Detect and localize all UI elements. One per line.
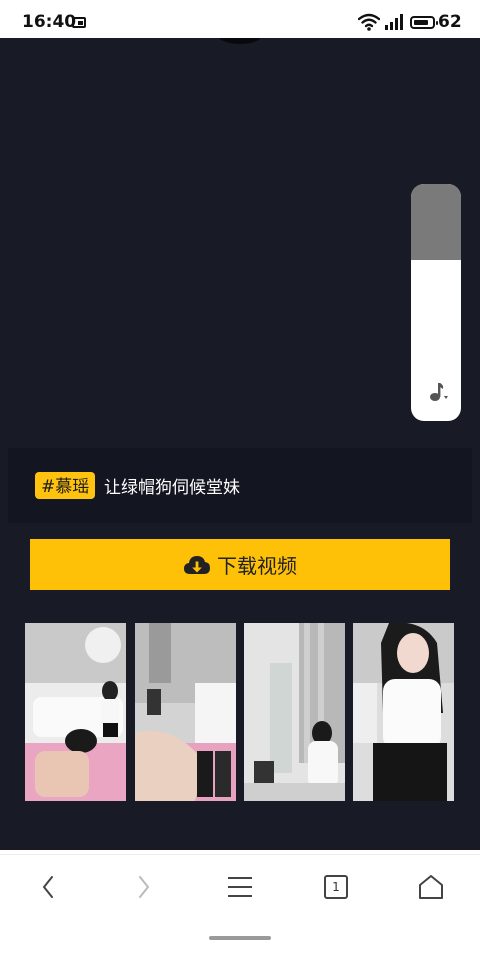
back-button[interactable] [29,871,67,903]
browser-nav-bar: 1 [0,854,480,924]
menu-icon [228,877,252,897]
cloud-download-icon [184,555,210,574]
gallery-notif-icon [72,17,86,28]
thumbnail-4[interactable] [353,623,454,801]
thumbnail-2-image [135,623,236,801]
hashtag-badge[interactable]: #慕瑶 [35,472,96,499]
back-arrow-icon [42,876,53,898]
video-page: #慕瑶 让绿帽狗伺候堂妹 下载视频 [0,38,480,850]
signal-icon [385,14,403,30]
thumbnail-1[interactable] [25,623,126,801]
thumbnail-4-image [353,623,454,801]
thumbnail-2[interactable] [135,623,236,801]
battery-level: 62 [438,12,462,32]
volume-slider[interactable] [411,184,461,421]
video-title: 让绿帽狗伺候堂妹 [104,478,240,498]
menu-button[interactable] [221,871,259,903]
thumbnail-1-image [25,623,126,801]
tabs-button[interactable]: 1 [317,871,355,903]
player-handle [218,38,262,44]
download-button[interactable]: 下载视频 [30,539,450,590]
download-label: 下载视频 [217,554,297,578]
home-icon [419,875,443,899]
tabs-icon: 1 [324,875,348,899]
volume-track [411,184,461,260]
music-note-icon [430,383,448,401]
wifi-icon [358,13,380,31]
thumbnail-3-image [244,623,345,801]
battery-icon [410,16,438,29]
thumbnail-3[interactable] [244,623,345,801]
caption-bar: #慕瑶 让绿帽狗伺候堂妹 [8,448,472,523]
home-indicator[interactable] [209,936,271,940]
forward-arrow-icon [139,876,150,898]
home-button[interactable] [412,871,450,903]
forward-button[interactable] [125,871,163,903]
status-time: 16:40 [22,12,77,32]
